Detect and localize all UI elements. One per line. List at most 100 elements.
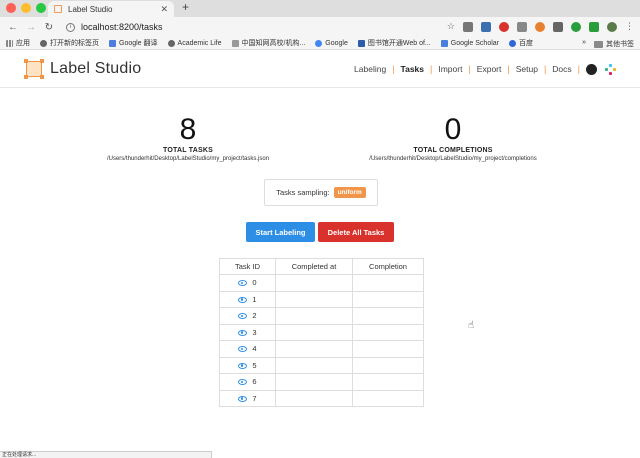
delete-all-tasks-button[interactable]: Delete All Tasks — [318, 222, 394, 242]
folder-icon — [594, 40, 603, 48]
hand-cursor-icon: ☝ — [468, 320, 475, 331]
bookmark-baidu[interactable]: 百度 — [509, 38, 533, 48]
bookmark-library[interactable]: 图书馆开通Web of... — [357, 38, 431, 48]
task-id-cell[interactable]: 5 — [219, 356, 276, 374]
tasks-sampling-box: Tasks sampling: uniform — [264, 179, 378, 206]
tasks-file-path: /Users/thunderhit/Desktop/LabelStudio/my… — [106, 156, 270, 162]
extension-doc-icon[interactable] — [463, 21, 473, 32]
new-tab-button[interactable]: + — [182, 0, 189, 14]
total-tasks-stat: 8 TOTAL TASKS /Users/thunderhit/Desktop/… — [68, 115, 308, 163]
eye-icon[interactable] — [238, 280, 248, 287]
completion-cell — [352, 340, 424, 358]
task-id-cell[interactable]: 6 — [219, 373, 276, 391]
github-icon[interactable] — [586, 63, 597, 75]
apps-grid-icon — [6, 39, 13, 47]
table-row[interactable]: 2 — [219, 307, 424, 325]
address-bar[interactable]: i localhost:8200/tasks — [66, 22, 163, 32]
bookmarks-more-button[interactable]: » — [582, 39, 586, 49]
bookmark-google[interactable]: Google — [315, 39, 348, 47]
total-tasks-label: TOTAL TASKS — [163, 147, 213, 154]
document-icon — [231, 39, 239, 47]
tab-close-icon[interactable]: ✕ — [160, 4, 168, 15]
eye-icon[interactable] — [238, 329, 248, 336]
bookmark-apps[interactable]: 应用 — [6, 38, 30, 48]
table-row[interactable]: 5 — [219, 356, 424, 374]
task-id-cell[interactable]: 7 — [219, 389, 276, 407]
label-studio-logo[interactable]: Label Studio — [24, 58, 141, 79]
total-completions-count: 0 — [444, 113, 462, 146]
completed-at-cell — [275, 340, 353, 358]
extension-wechat-icon[interactable] — [589, 21, 599, 32]
reload-icon[interactable]: ↻ — [42, 22, 56, 33]
table-row[interactable]: 3 — [219, 323, 424, 341]
back-arrow-icon[interactable]: ← — [6, 22, 20, 33]
nav-labeling[interactable]: Labeling — [348, 64, 392, 74]
extension-cap-icon[interactable] — [481, 21, 491, 32]
table-row[interactable]: 0 — [219, 274, 424, 292]
bookmark-other[interactable]: 其他书签 — [594, 39, 634, 49]
tasks-table: Task ID Completed at Completion 0 1 2 3 … — [219, 258, 424, 407]
column-header-completed-at: Completed at — [275, 258, 353, 275]
main-nav: Labeling | Tasks | Import | Export | Setup | … — [348, 50, 616, 88]
nav-tasks[interactable]: Tasks — [395, 64, 430, 74]
bookmark-academic-life[interactable]: Academic Life — [167, 39, 222, 47]
bookmarks-bar: 应用 打开新的标签页 Google 翻译 Academic Life 中国知网高… — [0, 37, 640, 50]
address-bar-url: localhost:8200/tasks — [81, 22, 163, 32]
forward-arrow-icon[interactable]: → — [24, 22, 38, 33]
bookmark-google-translate[interactable]: Google 翻译 — [109, 38, 158, 48]
table-row[interactable]: 6 — [219, 373, 424, 391]
table-row[interactable]: 7 — [219, 389, 424, 407]
extension-check-icon[interactable] — [571, 21, 581, 32]
completed-at-cell — [275, 373, 353, 391]
completion-cell — [352, 323, 424, 341]
nav-export[interactable]: Export — [471, 64, 508, 74]
task-id-cell[interactable]: 4 — [219, 340, 276, 358]
browser-titlebar: Label Studio ✕ + — [0, 0, 640, 17]
nav-import[interactable]: Import — [432, 64, 468, 74]
eye-icon[interactable] — [238, 362, 248, 369]
bookmark-new-tab[interactable]: 打开新的标签页 — [40, 38, 99, 48]
bookmark-star-icon[interactable]: ☆ — [447, 21, 455, 32]
app-header: Label Studio Labeling | Tasks | Import | Ex… — [0, 50, 640, 88]
slack-icon[interactable] — [605, 63, 616, 75]
site-info-icon[interactable]: i — [66, 22, 75, 32]
completed-at-cell — [275, 323, 353, 341]
eye-icon[interactable] — [238, 379, 248, 386]
completion-cell — [352, 389, 424, 407]
task-id-cell[interactable]: 0 — [219, 274, 276, 292]
library-icon — [357, 39, 365, 47]
eye-icon[interactable] — [238, 395, 248, 402]
profile-avatar-icon[interactable] — [607, 21, 617, 32]
label-studio-favicon-icon — [54, 5, 62, 13]
start-labeling-button[interactable]: Start Labeling — [246, 222, 315, 242]
nav-docs[interactable]: Docs — [546, 64, 577, 74]
extension-shield-icon[interactable] — [517, 21, 527, 32]
table-row[interactable]: 4 — [219, 340, 424, 358]
browser-menu-icon[interactable]: ⋮ — [625, 21, 634, 32]
eye-icon[interactable] — [238, 346, 248, 353]
maximize-window-button[interactable] — [36, 3, 46, 13]
column-header-completion: Completion — [352, 258, 424, 275]
minimize-window-button[interactable] — [21, 3, 31, 13]
nav-setup[interactable]: Setup — [510, 64, 544, 74]
completed-at-cell — [275, 274, 353, 292]
extension-link-icon[interactable] — [553, 21, 563, 32]
completed-at-cell — [275, 356, 353, 374]
eye-icon[interactable] — [238, 313, 248, 320]
browser-toolbar: ← → ↻ i localhost:8200/tasks ☆ ⋮ — [0, 17, 640, 37]
extension-stop-icon[interactable] — [499, 21, 509, 32]
extension-rss-icon[interactable] — [535, 21, 545, 32]
task-id-cell[interactable]: 2 — [219, 307, 276, 325]
task-id-cell[interactable]: 3 — [219, 323, 276, 341]
label-studio-logo-icon — [24, 58, 44, 79]
task-id-cell[interactable]: 1 — [219, 290, 276, 308]
browser-tab[interactable]: Label Studio ✕ — [48, 1, 174, 17]
tab-title: Label Studio — [68, 4, 113, 14]
eye-icon[interactable] — [238, 296, 248, 303]
bookmark-google-scholar[interactable]: Google Scholar — [440, 39, 499, 47]
bookmark-cnki[interactable]: 中国知网高校/机构... — [231, 38, 305, 48]
close-window-button[interactable] — [6, 3, 16, 13]
completion-cell — [352, 373, 424, 391]
table-header-row: Task ID Completed at Completion — [219, 258, 424, 275]
table-row[interactable]: 1 — [219, 290, 424, 308]
